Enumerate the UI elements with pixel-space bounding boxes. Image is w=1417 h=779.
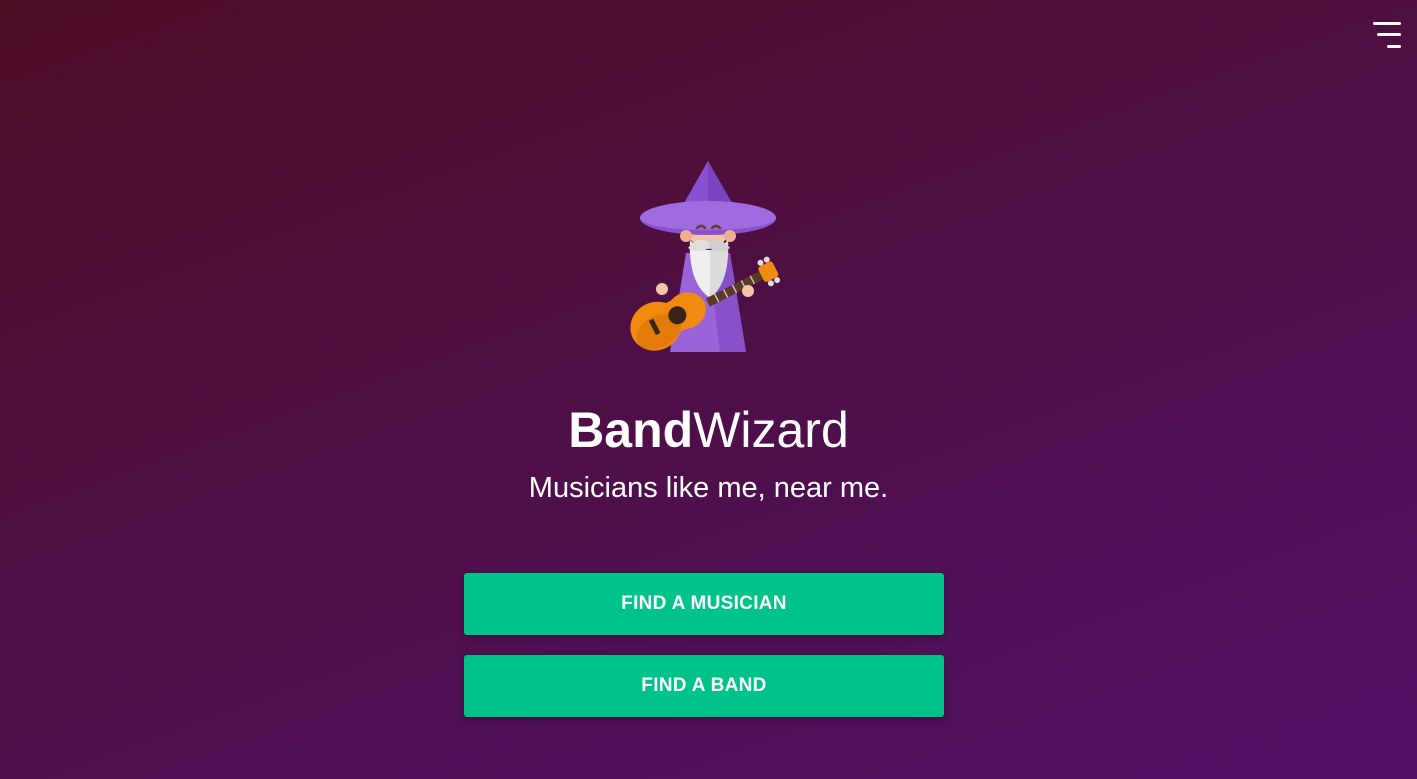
menu-icon-bar-top <box>1373 22 1401 25</box>
wizard-with-guitar-icon <box>630 161 781 352</box>
find-band-button[interactable]: FIND A BAND <box>464 655 944 717</box>
menu-icon-bar-bottom <box>1387 45 1401 48</box>
app-title-bold: Band <box>568 402 694 458</box>
app-title-regular: Wizard <box>693 402 849 458</box>
find-musician-button[interactable]: FIND A MUSICIAN <box>464 573 944 635</box>
tagline: Musicians like me, near me. <box>528 472 889 504</box>
menu-button[interactable] <box>1371 20 1401 50</box>
app-title: BandWizard <box>0 398 1417 462</box>
menu-icon-bar-middle <box>1377 33 1401 36</box>
